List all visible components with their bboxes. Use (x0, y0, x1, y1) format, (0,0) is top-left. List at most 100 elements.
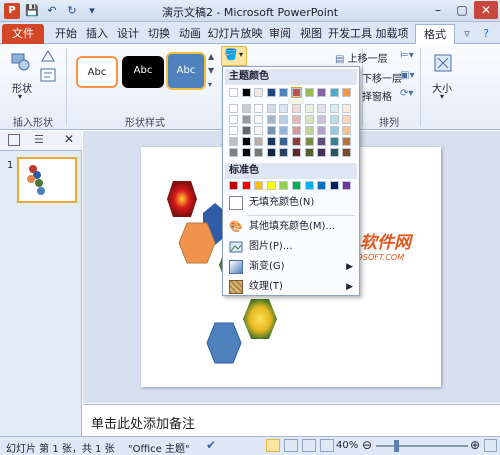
tab-home[interactable]: 开始 (50, 24, 82, 44)
theme-color-swatch[interactable] (342, 115, 352, 124)
hexagon-yellow-flower[interactable] (243, 299, 277, 339)
theme-color-swatch[interactable] (317, 104, 327, 113)
theme-color-swatch[interactable] (317, 88, 327, 97)
theme-color-swatch[interactable] (254, 115, 264, 124)
theme-color-swatch[interactable] (241, 148, 251, 157)
theme-color-swatch[interactable] (279, 137, 289, 146)
customize-qat-icon[interactable]: ▾ (84, 3, 100, 19)
size-icon[interactable] (432, 52, 454, 74)
theme-color-swatch[interactable] (329, 104, 339, 113)
theme-color-swatch[interactable] (254, 148, 264, 157)
tab-developer[interactable]: 开发工具 (327, 24, 373, 44)
zoom-slider[interactable] (376, 445, 468, 447)
theme-color-swatch[interactable] (304, 88, 314, 97)
maximize-button[interactable]: ▢ (450, 1, 474, 19)
theme-color-swatch[interactable] (342, 88, 352, 97)
theme-color-swatch[interactable] (229, 104, 238, 113)
style-preset-black-fill[interactable]: Abc (122, 56, 164, 88)
slide-thumbnail[interactable] (17, 157, 77, 203)
theme-color-swatch[interactable] (241, 104, 251, 113)
shapes-dropdown-arrow-icon[interactable]: ▾ (18, 92, 22, 101)
standard-color-swatch[interactable] (254, 181, 264, 190)
group-icon[interactable]: ▣▾ (400, 70, 414, 81)
tab-addins[interactable]: 加载项 (374, 24, 410, 44)
collapse-ribbon-icon[interactable]: ▿ (460, 24, 474, 44)
theme-color-swatch[interactable] (241, 137, 251, 146)
theme-color-swatch[interactable] (317, 126, 327, 135)
standard-color-swatch[interactable] (342, 181, 352, 190)
tab-animations[interactable]: 动画 (175, 24, 205, 44)
theme-color-swatch[interactable] (229, 115, 238, 124)
close-button[interactable]: ✕ (474, 1, 498, 19)
theme-color-swatch[interactable] (342, 126, 352, 135)
theme-color-swatch[interactable] (266, 88, 276, 97)
theme-color-swatch[interactable] (291, 87, 302, 98)
no-fill-item[interactable]: 无填充颜色(N) (225, 193, 357, 213)
outline-tab-icon[interactable]: ☰ (34, 133, 44, 146)
standard-color-swatch[interactable] (266, 181, 276, 190)
theme-color-swatch[interactable] (229, 137, 238, 146)
more-fill-colors-item[interactable]: 🎨 其他填充颜色(M)... (225, 217, 357, 237)
styles-scroll-down-icon[interactable]: ▼ (208, 66, 214, 75)
theme-color-swatch[interactable] (279, 148, 289, 157)
tab-design[interactable]: 设计 (113, 24, 143, 44)
theme-color-swatch[interactable] (241, 115, 251, 124)
tab-transitions[interactable]: 切换 (144, 24, 174, 44)
theme-color-swatch[interactable] (254, 88, 264, 97)
theme-color-swatch[interactable] (292, 137, 301, 146)
slide-sorter-icon[interactable] (284, 439, 298, 452)
rotate-icon[interactable]: ⟳▾ (400, 88, 413, 99)
theme-color-swatch[interactable] (266, 115, 276, 124)
theme-color-swatch[interactable] (254, 104, 264, 113)
standard-color-swatch[interactable] (292, 181, 301, 190)
styles-more-icon[interactable]: ▾ (208, 80, 212, 89)
undo-icon[interactable]: ↶ (44, 3, 60, 19)
theme-color-swatch[interactable] (342, 104, 352, 113)
zoom-level[interactable]: 40% (336, 440, 358, 451)
theme-color-swatch[interactable] (342, 137, 352, 146)
selection-pane-button[interactable]: 择窗格 (362, 88, 392, 103)
tab-view[interactable]: 视图 (296, 24, 326, 44)
standard-color-swatch[interactable] (229, 181, 238, 190)
zoom-slider-thumb[interactable] (394, 440, 399, 452)
theme-color-swatch[interactable] (292, 104, 301, 113)
theme-color-swatch[interactable] (329, 126, 339, 135)
shapes-icon[interactable] (10, 50, 32, 72)
theme-color-swatch[interactable] (266, 148, 276, 157)
theme-color-swatch[interactable] (279, 126, 289, 135)
text-box-icon[interactable] (40, 68, 56, 82)
theme-color-swatch[interactable] (279, 115, 289, 124)
theme-color-swatch[interactable] (254, 126, 264, 135)
theme-color-swatch[interactable] (304, 126, 314, 135)
standard-color-swatch[interactable] (329, 181, 339, 190)
tab-file[interactable]: 文件 (2, 24, 44, 44)
gradient-fill-item[interactable]: 渐变(G) ▶ (225, 257, 357, 277)
edit-shape-icon[interactable] (40, 48, 56, 64)
slides-tab-icon[interactable] (8, 134, 20, 146)
theme-color-swatch[interactable] (266, 126, 276, 135)
tab-format[interactable]: 格式 (415, 24, 455, 44)
save-icon[interactable]: 💾 (24, 3, 40, 19)
spell-check-icon[interactable]: ✔ (206, 438, 216, 452)
style-preset-orange-outline[interactable]: Abc (76, 56, 118, 88)
size-dropdown-arrow-icon[interactable]: ▾ (440, 92, 444, 101)
theme-color-swatch[interactable] (292, 115, 301, 124)
theme-color-swatch[interactable] (317, 115, 327, 124)
theme-color-swatch[interactable] (329, 115, 339, 124)
align-icon[interactable]: ⊨▾ (400, 50, 414, 61)
slideshow-view-icon[interactable] (320, 439, 334, 452)
close-panel-icon[interactable]: ✕ (64, 132, 74, 146)
theme-color-swatch[interactable] (229, 88, 238, 97)
minimize-button[interactable]: – (426, 1, 450, 19)
theme-color-swatch[interactable] (241, 126, 251, 135)
texture-fill-item[interactable]: 纹理(T) ▶ (225, 277, 357, 297)
theme-color-swatch[interactable] (304, 148, 314, 157)
fit-slide-icon[interactable] (484, 439, 497, 452)
help-icon[interactable]: ? (478, 24, 494, 44)
standard-color-swatch[interactable] (279, 181, 289, 190)
hexagon-blue-bottom[interactable] (206, 322, 242, 364)
theme-color-swatch[interactable] (342, 148, 352, 157)
picture-fill-item[interactable]: 图片(P)... (225, 237, 357, 257)
zoom-in-icon[interactable]: ⊕ (470, 438, 480, 452)
redo-icon[interactable]: ↻ (64, 3, 80, 19)
